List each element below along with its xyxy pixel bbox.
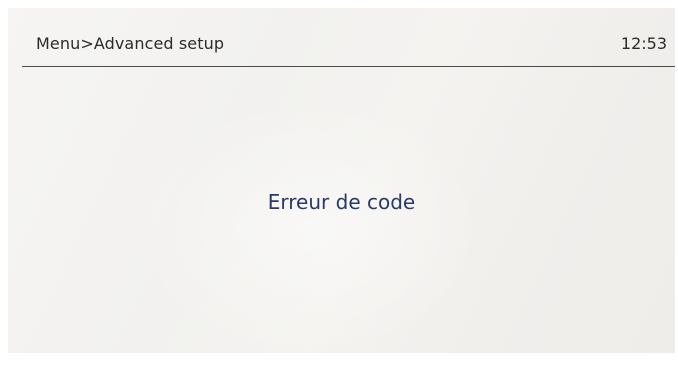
display-screen: Menu>Advanced setup 12:53 Erreur de code (8, 8, 675, 353)
clock-time: 12:53 (620, 34, 667, 53)
breadcrumb: Menu>Advanced setup (36, 34, 225, 53)
device-frame: Menu>Advanced setup 12:53 Erreur de code (0, 0, 678, 381)
header-bar: Menu>Advanced setup 12:53 (22, 22, 675, 67)
error-message: Erreur de code (267, 190, 416, 214)
